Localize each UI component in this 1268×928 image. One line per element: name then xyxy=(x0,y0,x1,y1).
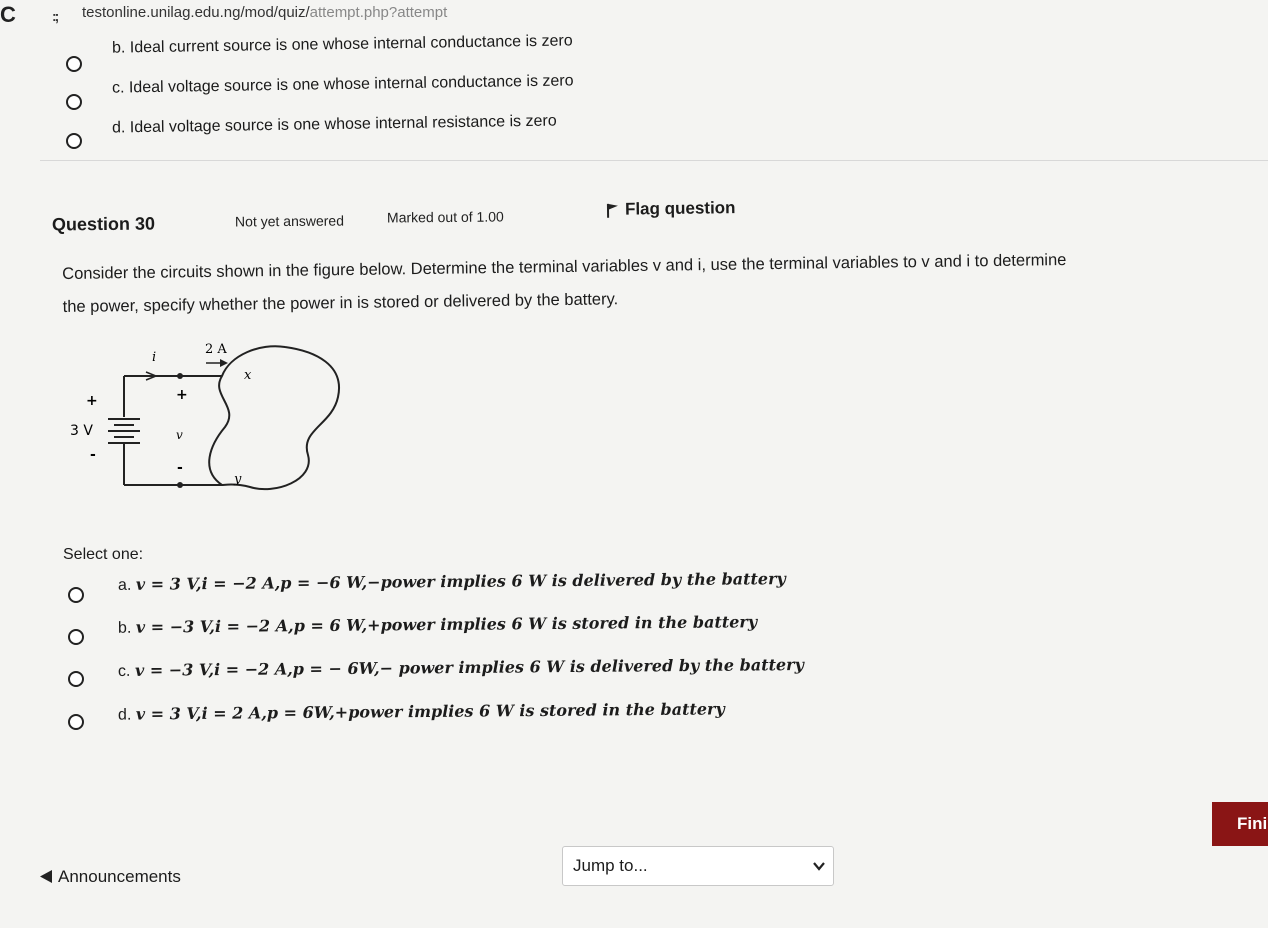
prev-option-b-radio[interactable] xyxy=(66,56,82,72)
current-i-label: i xyxy=(152,350,156,365)
node-y-label: y xyxy=(233,472,242,487)
answer-b-label: b. v = −3 V,i = −2 A,p = 6 W,+power impl… xyxy=(118,612,757,638)
answer-c-radio[interactable] xyxy=(68,671,84,687)
answer-c-math: v = −3 V,i = −2 A,p = − 6W,− power impli… xyxy=(134,655,804,680)
terminal-plus-label: + xyxy=(176,387,188,403)
chevron-down-icon xyxy=(813,862,825,871)
terminal-minus-label: - xyxy=(177,460,183,476)
answer-d-prefix: d. xyxy=(117,706,136,724)
announcements-link[interactable]: Announcements xyxy=(40,867,181,887)
prev-option-d-label: d. Ideal voltage source is one whose int… xyxy=(111,112,557,137)
source-current-label: 2 A xyxy=(205,342,227,357)
announcements-label: Announcements xyxy=(58,867,181,886)
answer-a-label: a. v = 3 V,i = −2 A,p = −6 W,−power impl… xyxy=(118,569,786,595)
finish-attempt-button[interactable]: Fini xyxy=(1212,802,1268,846)
answer-d-math: v = 3 V,i = 2 A,p = 6W,+power implies 6 … xyxy=(135,699,725,724)
url-text: testonline.unilag.edu.ng/mod/quiz/ xyxy=(82,4,310,21)
prev-option-c-radio[interactable] xyxy=(66,94,82,110)
flag-icon xyxy=(606,203,618,218)
answer-d-label: d. v = 3 V,i = 2 A,p = 6W,+power implies… xyxy=(118,699,725,724)
question-marks: Marked out of 1.00 xyxy=(386,208,504,226)
answer-a-radio[interactable] xyxy=(68,587,84,603)
answer-d-radio[interactable] xyxy=(68,714,84,730)
prev-option-b-label: b. Ideal current source is one whose int… xyxy=(111,32,573,57)
answer-c-prefix: c. xyxy=(117,662,135,680)
select-one-label: Select one: xyxy=(63,546,144,563)
node-x-label: x xyxy=(244,368,252,383)
reload-icon[interactable]: C xyxy=(0,2,16,28)
prev-option-d-radio[interactable] xyxy=(66,133,82,149)
question-number: Question 30 xyxy=(51,213,156,235)
answer-b-prefix: b. xyxy=(117,619,136,637)
question-text: Consider the circuits shown in the figur… xyxy=(62,244,1067,324)
jump-to-select[interactable]: Jump to... xyxy=(562,846,834,886)
url-text-faded: attempt.php?attempt xyxy=(309,4,448,21)
battery-plus-label: + xyxy=(86,393,98,409)
section-divider xyxy=(40,160,1268,161)
site-info-icon[interactable]: :; xyxy=(52,8,59,24)
answer-a-prefix: a. xyxy=(117,576,136,594)
prev-option-c-label: c. Ideal voltage source is one whose int… xyxy=(111,72,574,97)
battery-minus-label: - xyxy=(90,447,96,463)
answer-a-math: v = 3 V,i = −2 A,p = −6 W,−power implies… xyxy=(135,569,786,594)
jump-to-label: Jump to... xyxy=(573,856,648,875)
answer-b-radio[interactable] xyxy=(68,629,84,645)
circuit-figure: i 2 A x + 3 V - + v - y xyxy=(70,342,341,491)
triangle-left-icon xyxy=(40,870,52,883)
answer-c-label: c. v = −3 V,i = −2 A,p = − 6W,− power im… xyxy=(118,655,804,681)
terminal-voltage-label: v xyxy=(176,428,183,442)
question-status: Not yet answered xyxy=(234,212,345,230)
flag-question-button[interactable]: Flag question xyxy=(605,198,736,220)
address-bar[interactable]: testonline.unilag.edu.ng/mod/quiz/attemp… xyxy=(82,4,447,21)
battery-voltage-label: 3 V xyxy=(70,423,93,439)
answer-b-math: v = −3 V,i = −2 A,p = 6 W,+power implies… xyxy=(135,612,758,637)
flag-question-label: Flag question xyxy=(624,198,736,219)
